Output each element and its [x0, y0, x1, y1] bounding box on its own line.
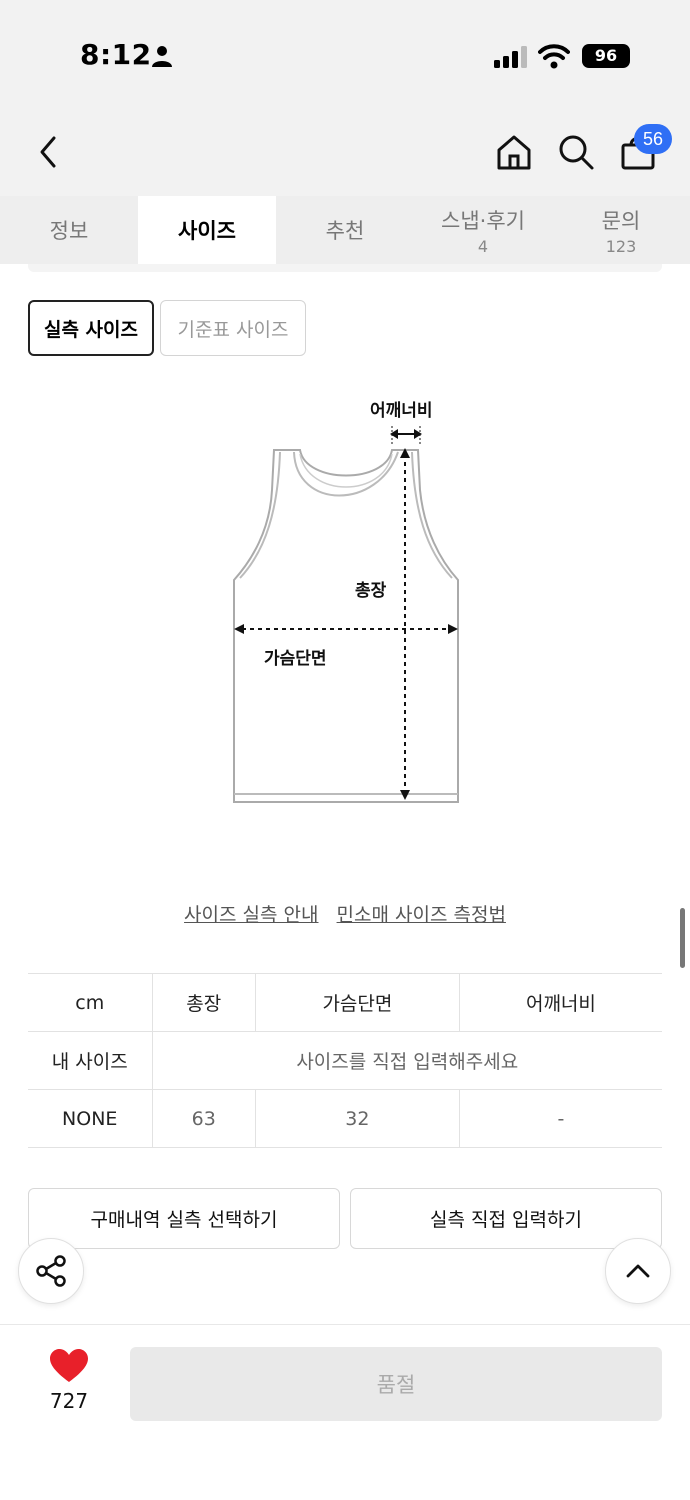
measure-method-link[interactable]: 민소매 사이즈 측정법 — [337, 904, 506, 926]
bottom-purchase-bar: 727 품절 — [0, 1324, 690, 1500]
tab-label: 사이즈 — [178, 219, 236, 243]
tab-label: 정보 — [49, 219, 89, 243]
chest-label: 가슴단면 — [264, 649, 327, 669]
tab-snap-review[interactable]: 스냅·후기 4 — [414, 196, 552, 264]
heart-icon[interactable] — [50, 1349, 88, 1383]
my-size-row: 내 사이즈 사이즈를 직접 입력해주세요 — [28, 1031, 662, 1090]
like-count: 727 — [49, 1389, 89, 1413]
person-icon — [152, 46, 172, 67]
search-icon[interactable] — [556, 132, 596, 172]
tab-inquiry[interactable]: 문의 123 — [552, 196, 690, 264]
status-bar: 8:12 96 — [0, 0, 690, 110]
status-time: 8:12 — [80, 38, 152, 71]
home-icon[interactable] — [494, 132, 534, 172]
tab-size[interactable]: 사이즈 — [138, 196, 276, 264]
table-cell: 63 — [151, 1089, 256, 1148]
back-arrow-icon[interactable] — [34, 132, 64, 172]
tab-count: 4 — [477, 236, 489, 256]
tabs-divider — [28, 264, 662, 272]
tab-label: 스냅·후기 — [441, 208, 525, 233]
product-tabs: 정보 사이즈 추천 스냅·후기 4 문의 123 — [0, 196, 690, 264]
signal-icon — [494, 46, 527, 68]
tank-top-diagram — [233, 426, 459, 803]
tab-label: 추천 — [325, 219, 365, 243]
share-icon — [36, 1255, 66, 1287]
size-table: cm 총장 가슴단면 어깨너비 내 사이즈 사이즈를 직접 입력해주세요 NON… — [28, 973, 662, 1148]
actual-size-toggle[interactable]: 실측 사이즈 — [28, 300, 154, 356]
table-cell: 32 — [254, 1089, 460, 1148]
table-cell: - — [458, 1089, 662, 1148]
battery-indicator: 96 — [582, 44, 630, 68]
standard-size-toggle[interactable]: 기준표 사이즈 — [160, 300, 306, 356]
scrollbar[interactable] — [680, 908, 685, 968]
size-diagram: 어깨너비 총장 가슴단면 — [0, 380, 690, 820]
table-header-cell: 총장 — [151, 973, 256, 1032]
sold-out-button[interactable]: 품절 — [130, 1347, 662, 1421]
share-button[interactable] — [18, 1238, 84, 1304]
tab-label: 문의 — [601, 208, 641, 233]
tab-count: 123 — [605, 236, 637, 256]
my-size-input-prompt[interactable]: 사이즈를 직접 입력해주세요 — [151, 1031, 662, 1090]
shoulder-label: 어깨너비 — [370, 401, 433, 421]
manual-size-input-button[interactable]: 실측 직접 입력하기 — [350, 1188, 662, 1249]
wifi-icon — [538, 44, 570, 69]
table-header-row: cm 총장 가슴단면 어깨너비 — [28, 973, 662, 1032]
size-name-cell: NONE — [28, 1089, 152, 1148]
size-guide-links: 사이즈 실측 안내 민소매 사이즈 측정법 — [0, 900, 690, 927]
select-purchase-size-button[interactable]: 구매내역 실측 선택하기 — [28, 1188, 340, 1249]
my-size-label: 내 사이즈 — [28, 1031, 152, 1090]
tab-recommend[interactable]: 추천 — [276, 196, 414, 264]
table-header-cell: 가슴단면 — [254, 973, 460, 1032]
table-header-cell: 어깨너비 — [458, 973, 662, 1032]
size-guide-link[interactable]: 사이즈 실측 안내 — [184, 904, 318, 926]
chevron-up-icon — [626, 1264, 650, 1278]
nav-bar: 56 — [0, 110, 690, 196]
table-header-cell: cm — [28, 973, 152, 1032]
length-label: 총장 — [355, 581, 387, 601]
scroll-top-button[interactable] — [605, 1238, 671, 1304]
cart-count-badge: 56 — [634, 124, 672, 154]
table-row: NONE 63 32 - — [28, 1089, 662, 1148]
tab-info[interactable]: 정보 — [0, 196, 138, 264]
